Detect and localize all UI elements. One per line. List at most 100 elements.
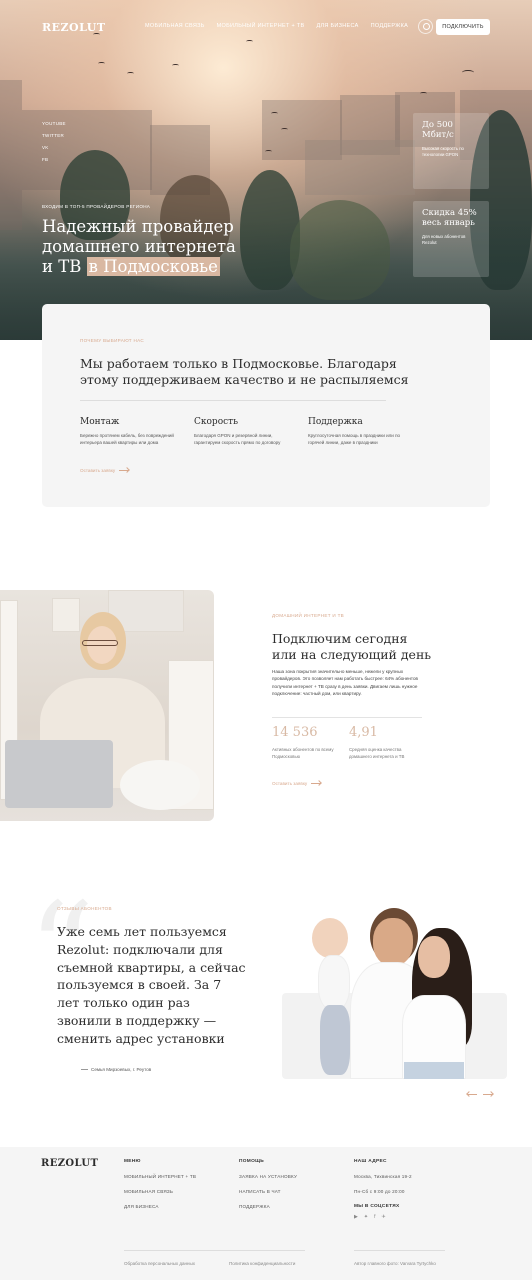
nav-item-business[interactable]: ДЛЯ БИЗНЕСА — [316, 23, 358, 29]
connect-button[interactable]: ПОДКЛЮЧИТЬ — [436, 19, 490, 35]
hero-eyebrow: ВХОДИМ В ТОП-5 ПРОВАЙДЕРОВ РЕГИОНА — [42, 204, 151, 209]
twitter-icon[interactable]: ✈ — [381, 1214, 385, 1220]
bird-icon — [271, 112, 278, 115]
arrow-right-icon — [119, 470, 130, 472]
footer-address-title: НАШ АДРЕС — [354, 1159, 387, 1164]
feature-desc: Бережно протянем кабель, без повреждений… — [80, 433, 174, 445]
footer-hours: Пн-Сб с 9:00 до 20:00 — [354, 1189, 405, 1194]
speed-card-value: До 500 Мбит/с — [422, 120, 454, 140]
why-request-link[interactable]: Оставить заявку — [80, 468, 130, 473]
divider — [354, 1250, 445, 1251]
connect-request-link[interactable]: Оставить заявку — [272, 781, 322, 786]
woman-laptop-photo — [0, 590, 214, 821]
footer: REZOLUT МЕНЮ МОБИЛЬНЫЙ ИНТЕРНЕТ + ТВ МОБ… — [0, 1147, 532, 1280]
footer-link-mobile[interactable]: МОБИЛЬНАЯ СВЯЗЬ — [124, 1189, 196, 1194]
discount-card-value: Скидка 45% весь январь — [422, 208, 477, 228]
facebook-icon[interactable]: f — [374, 1214, 375, 1220]
privacy-policy-link[interactable]: Политика конфиденциальности — [229, 1261, 295, 1266]
bird-icon — [265, 150, 272, 153]
woman-face — [418, 936, 450, 978]
why-us-card: ПОЧЕМУ ВЫБИРАЮТ НАС Мы работаем только в… — [42, 304, 490, 507]
hero-title-highlight: в Подмосковье — [86, 257, 220, 276]
why-title: Мы работаем только в Подмосковье. Благод… — [80, 356, 409, 387]
footer-menu: МЕНЮ МОБИЛЬНЫЙ ИНТЕРНЕТ + ТВ МОБИЛЬНАЯ С… — [124, 1159, 196, 1209]
arrow-left-icon[interactable] — [467, 1094, 477, 1095]
building — [0, 80, 22, 230]
footer-help-title: ПОМОЩЬ — [239, 1159, 265, 1164]
child-head — [312, 918, 348, 958]
child-legs — [320, 1005, 350, 1075]
footer-help: ПОМОЩЬ ЗАЯВКА НА УСТАНОВКУ НАПИСАТЬ В ЧА… — [239, 1159, 297, 1209]
bird-icon — [127, 72, 134, 75]
connect-eyebrow: ДОМАШНИЙ ИНТЕРНЕТ И ТВ — [272, 613, 345, 618]
divider — [272, 717, 422, 718]
footer-social-title: МЫ В СОЦСЕТЯХ — [354, 1204, 400, 1209]
vk-icon[interactable]: ✦ — [364, 1214, 368, 1220]
social-link-youtube[interactable]: YOUTUBE — [42, 121, 66, 126]
user-account-icon[interactable] — [418, 19, 433, 34]
footer-link-internet-tv[interactable]: МОБИЛЬНЫЙ ИНТЕРНЕТ + ТВ — [124, 1174, 196, 1179]
bird-icon — [98, 62, 105, 65]
speed-card-desc: Высокая скорость по технологии GPON — [422, 146, 464, 157]
footer-link-chat[interactable]: НАПИСАТЬ В ЧАТ — [239, 1189, 297, 1194]
footer-link-install[interactable]: ЗАЯВКА НА УСТАНОВКУ — [239, 1174, 297, 1179]
laptop — [5, 740, 113, 808]
building — [305, 140, 415, 195]
social-link-fb[interactable]: FB — [42, 157, 66, 162]
main-nav: МОБИЛЬНАЯ СВЯЗЬ МОБИЛЬНЫЙ ИНТЕРНЕТ + ТВ … — [145, 23, 408, 29]
connect-desc: Наша зона покрытия значительно меньше, н… — [272, 669, 418, 696]
feature-desc: Круглосуточная помощь в праздники или по… — [308, 433, 401, 445]
social-link-twitter[interactable]: TWITTER — [42, 133, 66, 138]
stat-rating-label: Средняя оценка качества домашнего интерн… — [349, 747, 405, 759]
privacy-data-link[interactable]: Обработка персональных данных — [124, 1261, 195, 1266]
stat-subscribers-value: 14 536 — [272, 725, 318, 740]
discount-card-desc: Для новых абонентов Rezolut — [422, 234, 466, 245]
review-pager — [467, 1094, 493, 1095]
stat-subscribers-label: Активных абонентов по всему Подмосковью — [272, 747, 334, 759]
feature-installation: Монтаж Бережно протянем кабель, без повр… — [80, 417, 180, 446]
review-text: Уже семь лет пользуемся Rezolut: подключ… — [57, 924, 246, 1046]
photo-credit: Автор главного фото: Varvara Tyrtychko — [354, 1261, 436, 1266]
picture-frame — [52, 598, 80, 632]
feature-title: Скорость — [194, 417, 239, 427]
social-link-vk[interactable]: VK — [42, 145, 66, 150]
child-body — [318, 955, 350, 1010]
bird-icon — [246, 40, 253, 43]
connect-request-label: Оставить заявку — [272, 781, 308, 786]
man-face — [373, 918, 413, 966]
feature-title: Монтаж — [80, 417, 120, 427]
why-eyebrow: ПОЧЕМУ ВЫБИРАЮТ НАС — [80, 338, 144, 343]
youtube-icon[interactable]: ▶ — [354, 1214, 358, 1220]
speed-card: До 500 Мбит/с Высокая скорость по технол… — [413, 113, 489, 189]
bird-icon — [462, 70, 474, 75]
review-author: Семья Мирзоевых, г. Реутов — [80, 1067, 152, 1072]
discount-card: Скидка 45% весь январь Для новых абонент… — [413, 201, 489, 277]
logo[interactable]: REZOLUT — [42, 21, 106, 34]
review-eyebrow: ОТЗЫВЫ АБОНЕНТОВ — [57, 906, 112, 911]
bird-icon — [172, 64, 179, 67]
nav-item-mobile[interactable]: МОБИЛЬНАЯ СВЯЗЬ — [145, 23, 205, 29]
footer-contacts: НАШ АДРЕС Москва, Тихвинская 19-2 Пн-Сб … — [354, 1159, 412, 1220]
arrow-right-icon[interactable] — [483, 1094, 493, 1095]
woman-jeans — [404, 1062, 464, 1079]
footer-link-business[interactable]: ДЛЯ БИЗНЕСА — [124, 1204, 196, 1209]
footer-menu-title: МЕНЮ — [124, 1159, 141, 1164]
why-request-label: Оставить заявку — [80, 468, 116, 473]
bird-icon — [420, 92, 427, 95]
footer-logo[interactable]: REZOLUT — [41, 1158, 98, 1169]
divider — [80, 400, 386, 401]
social-links: YOUTUBE TWITTER VK FB — [42, 121, 66, 162]
feature-title: Поддержка — [308, 417, 363, 427]
hero-title: Надежный провайдер домашнего интернета и… — [42, 217, 242, 277]
feature-desc: Благодаря GPON и резервной линии, гарант… — [194, 433, 281, 445]
footer-link-support[interactable]: ПОДДЕРЖКА — [239, 1204, 297, 1209]
flowers — [120, 760, 200, 810]
arrow-right-icon — [311, 783, 322, 785]
divider — [124, 1250, 305, 1251]
footer-address: Москва, Тихвинская 19-2 — [354, 1174, 412, 1179]
feature-support: Поддержка Круглосуточная помощь в праздн… — [308, 417, 408, 446]
nav-item-support[interactable]: ПОДДЕРЖКА — [371, 23, 409, 29]
nav-item-internet-tv[interactable]: МОБИЛЬНЫЙ ИНТЕРНЕТ + ТВ — [217, 23, 305, 29]
footer-social-icons: ▶ ✦ f ✈ — [354, 1214, 412, 1220]
bird-icon — [281, 128, 288, 131]
